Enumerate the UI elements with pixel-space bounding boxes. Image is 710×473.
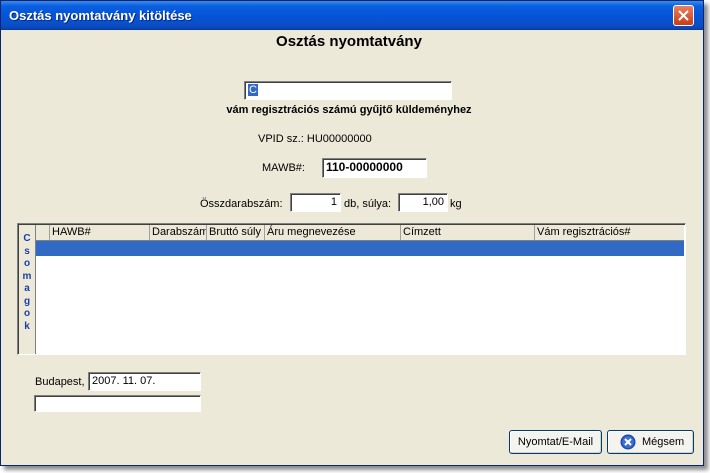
column-header-goods-description[interactable]: Áru megnevezése	[265, 225, 401, 240]
selected-grid-row[interactable]	[36, 241, 684, 256]
column-header-gross-weight[interactable]: Bruttó súly	[207, 225, 265, 240]
vpid-line: VPID sz.: HU00000000	[258, 133, 372, 145]
mawb-input[interactable]: 110-00000000	[322, 158, 427, 178]
side-tab-letter: g	[23, 295, 31, 307]
side-tab-letter: o	[23, 258, 31, 269]
column-header-hawb[interactable]: HAWB#	[50, 225, 150, 240]
customs-reg-number-value: C	[248, 84, 258, 96]
db-weight-label: db, súlya:	[344, 198, 392, 210]
total-count-label: Összdarabszám:	[200, 198, 283, 210]
side-tab-letter: k	[24, 320, 30, 332]
window-title: Osztás nyomtatvány kitöltése	[9, 8, 192, 23]
extra-text-input[interactable]	[34, 395, 201, 412]
side-tab-letter: s	[24, 245, 30, 257]
column-header-count[interactable]: Darabszám	[150, 225, 207, 240]
grid-header: HAWB# Darabszám Bruttó súly Áru megnevez…	[36, 225, 684, 241]
date-input[interactable]: 2007. 11. 07.	[88, 372, 201, 391]
row-indicator-header	[36, 225, 50, 240]
side-tab-letter: o	[23, 308, 31, 319]
kg-label: kg	[450, 198, 462, 210]
column-header-recipient[interactable]: Címzett	[401, 225, 535, 240]
packages-side-tab[interactable]: C s o m a g o k	[19, 225, 36, 354]
cancel-button[interactable]: Mégsem	[607, 430, 694, 454]
reg-caption: vám regisztrációs számú gyűjtő küldemény…	[226, 104, 472, 116]
weight-input[interactable]: 1,00	[398, 193, 448, 212]
customs-reg-number-input[interactable]: C	[244, 81, 452, 100]
cancel-x-icon	[620, 434, 636, 450]
side-tab-letter: m	[22, 270, 32, 282]
packages-grid[interactable]: C s o m a g o k HAWB# Darabszám Bruttó s…	[17, 223, 686, 355]
cancel-label: Mégsem	[642, 436, 685, 448]
column-header-customs-reg[interactable]: Vám regisztrációs#	[535, 225, 684, 240]
dialog-window: Osztás nyomtatvány kitöltése Osztás nyom…	[0, 0, 704, 466]
city-label: Budapest,	[35, 376, 85, 388]
close-icon	[678, 10, 689, 21]
form-heading: Osztás nyomtatvány	[276, 33, 422, 50]
print-email-label: Nyomtat/E-Mail	[517, 436, 594, 448]
dialog-body: Osztás nyomtatvány C vám regisztrációs s…	[4, 31, 700, 462]
total-count-input[interactable]: 1	[290, 193, 341, 212]
vpid-value: HU00000000	[306, 133, 372, 145]
side-tab-letter: C	[23, 233, 31, 244]
mawb-label: MAWB#:	[262, 162, 305, 174]
vpid-label: VPID sz.:	[258, 133, 304, 145]
close-button[interactable]	[673, 5, 694, 26]
title-bar[interactable]: Osztás nyomtatvány kitöltése	[1, 1, 703, 30]
print-email-button[interactable]: Nyomtat/E-Mail	[509, 430, 602, 454]
side-tab-letter: a	[24, 283, 30, 294]
